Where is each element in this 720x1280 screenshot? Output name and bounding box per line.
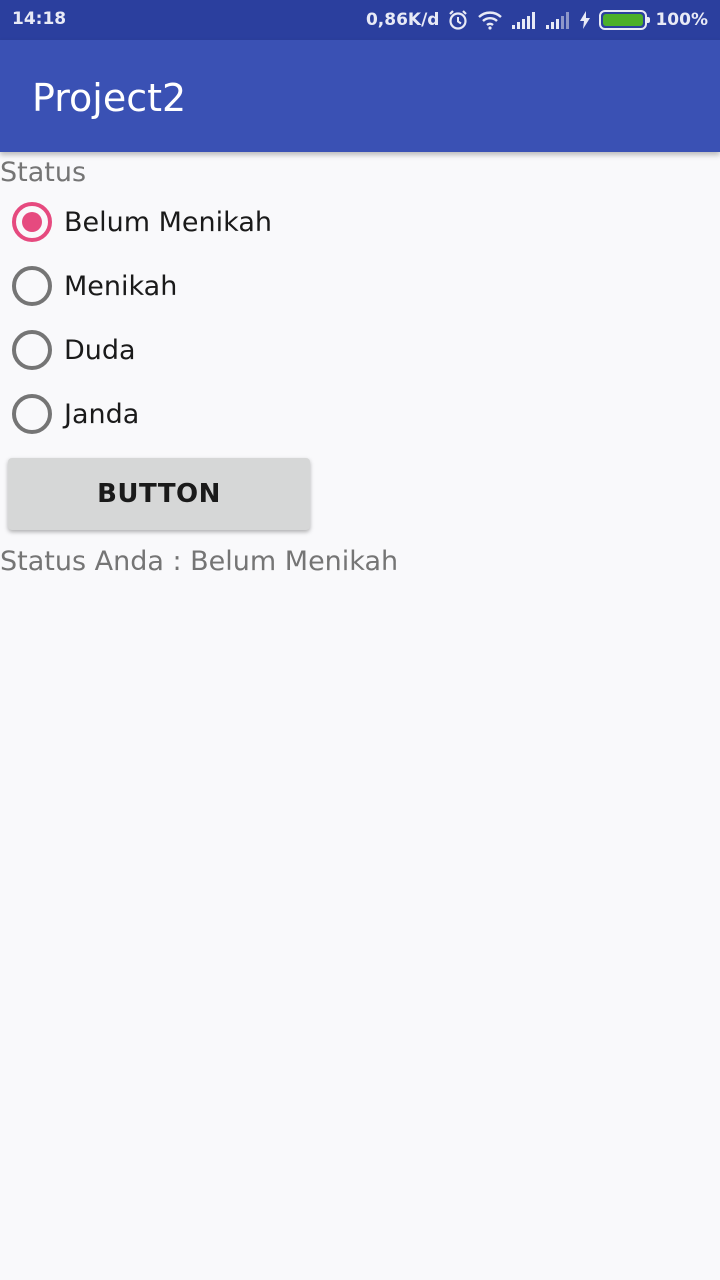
- radio-label: Duda: [64, 334, 136, 366]
- status-radio-group: Belum Menikah Menikah Duda Janda: [10, 190, 510, 446]
- signal-icon-2: [545, 11, 571, 29]
- radio-button-icon[interactable]: [12, 394, 52, 434]
- alarm-icon: [447, 9, 469, 31]
- radio-button-icon[interactable]: [12, 330, 52, 370]
- result-text: Status Anda : Belum Menikah: [0, 546, 399, 577]
- radio-menikah[interactable]: Menikah: [10, 254, 510, 318]
- battery-fill: [603, 14, 644, 26]
- signal-icon: [511, 11, 537, 29]
- radio-label: Janda: [64, 398, 140, 430]
- radio-janda[interactable]: Janda: [10, 382, 510, 446]
- status-label: Status: [0, 157, 87, 188]
- app-bar: Project2: [0, 40, 720, 152]
- radio-label: Belum Menikah: [64, 206, 272, 238]
- radio-duda[interactable]: Duda: [10, 318, 510, 382]
- radio-label: Menikah: [64, 270, 178, 302]
- battery-percent: 100%: [655, 10, 708, 30]
- network-speed: 0,86K/d: [365, 10, 440, 30]
- radio-button-icon[interactable]: [12, 202, 52, 242]
- status-icons: 0,86K/d 100%: [366, 8, 708, 32]
- charging-icon: [579, 10, 591, 30]
- wifi-icon: [477, 10, 503, 30]
- radio-button-icon[interactable]: [12, 266, 52, 306]
- battery-icon: [599, 10, 651, 30]
- app-title: Project2: [32, 76, 187, 120]
- radio-belum-menikah[interactable]: Belum Menikah: [10, 190, 510, 254]
- submit-button[interactable]: BUTTON: [8, 458, 310, 530]
- status-bar: 14:18 0,86K/d 100%: [0, 0, 720, 40]
- status-time: 14:18: [12, 9, 67, 29]
